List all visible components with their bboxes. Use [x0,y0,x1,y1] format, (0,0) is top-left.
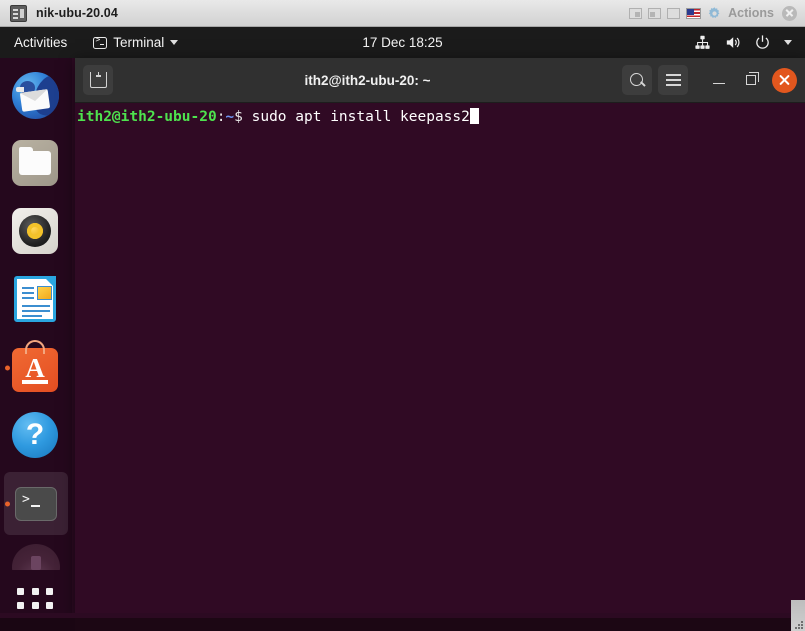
text-cursor [469,108,479,124]
dock-item-files[interactable] [4,132,68,195]
clock-label: 17 Dec 18:25 [362,35,443,50]
prompt-dollar: $ [234,109,243,125]
ubuntu-software-icon: A [12,339,60,392]
resize-grip-dots [794,620,803,629]
disk-icon [12,544,60,570]
maximize-button[interactable] [738,67,764,93]
dock-item-help[interactable]: ? [4,404,68,467]
running-indicator-dot [5,501,10,506]
minimize-button[interactable] [706,67,732,93]
search-icon [630,73,644,87]
dock-item-libreoffice-writer[interactable] [4,268,68,331]
running-indicator-dot [5,365,10,370]
activities-button[interactable]: Activities [0,27,79,58]
vm-titlebar-right: Actions [629,5,801,21]
terminal-title: ith2@ith2-ubu-20: ~ [304,72,431,88]
dock-item-disk[interactable] [4,540,68,570]
files-icon [12,139,60,188]
resize-grip[interactable] [791,600,805,631]
vm-window-title: nik-ubu-20.04 [36,6,118,20]
terminal-header-controls [622,65,797,95]
vm-machine-icon [10,4,27,22]
screen: nik-ubu-20.04 Actions Activities Termina… [0,0,805,631]
us-flag-icon[interactable] [686,7,702,19]
rhythmbox-icon [12,207,60,256]
dock-item-thunderbird[interactable] [4,64,68,127]
new-tab-button[interactable] [83,65,113,95]
dock: A ? > [0,58,72,618]
maximize-icon [746,72,759,85]
terminal-header[interactable]: ith2@ith2-ubu-20: ~ [75,58,805,103]
hamburger-menu-icon [665,74,681,86]
thunderbird-icon [12,71,60,120]
libreoffice-writer-icon [12,275,60,324]
prompt-path: ~ [225,109,235,125]
clock-button[interactable]: 17 Dec 18:25 [362,27,442,58]
terminal-icon: > [12,480,60,528]
system-tray[interactable] [694,34,805,51]
dock-item-terminal[interactable]: > [4,472,68,535]
shared-folder-icon[interactable] [667,7,681,19]
bottom-strip [0,618,805,631]
app-menu-label: Terminal [113,35,165,50]
terminal-prompt-line: ith2@ith2-ubu-20:~$ sudo apt install kee… [77,108,805,127]
new-tab-icon [89,72,107,88]
gear-icon[interactable] [707,6,722,21]
terminal-icon [93,35,108,49]
wired-network-icon[interactable] [694,34,711,51]
help-icon: ? [12,411,60,460]
close-button[interactable] [772,67,797,93]
show-applications-button[interactable] [4,575,68,618]
prompt-user-host: ith2@ith2-ubu-20 [77,109,217,125]
network-icon[interactable] [648,7,662,19]
vm-actions-label[interactable]: Actions [728,6,774,20]
bottom-strip-left [0,618,75,631]
vm-titlebar[interactable]: nik-ubu-20.04 Actions [0,0,805,27]
minimize-icon [713,82,725,85]
dock-item-ubuntu-software[interactable]: A [4,336,68,399]
terminal-window: ith2@ith2-ubu-20: ~ ith2@ith2-ubu-20:~$ … [75,58,805,618]
app-menu-terminal[interactable]: Terminal [93,27,179,58]
search-button[interactable] [622,65,652,95]
menu-button[interactable] [658,65,688,95]
vm-close-button[interactable] [782,5,797,21]
terminal-body[interactable]: ith2@ith2-ubu-20:~$ sudo apt install kee… [75,103,805,618]
dock-item-rhythmbox[interactable] [4,200,68,263]
power-icon[interactable] [754,34,771,51]
volume-icon[interactable] [724,34,741,51]
chevron-down-icon[interactable] [784,40,792,45]
harddisk-icon[interactable] [629,7,643,19]
terminal-command: sudo apt install keepass2 [242,109,470,125]
chevron-down-icon [170,40,179,45]
gnome-topbar: Activities Terminal 17 Dec 18:25 [0,27,805,58]
